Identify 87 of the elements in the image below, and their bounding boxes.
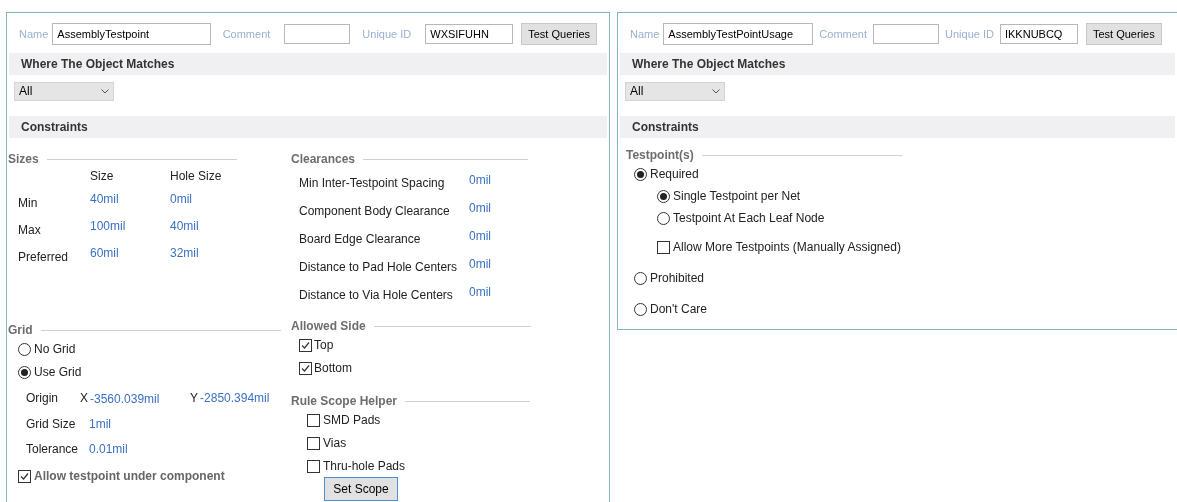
radio-button[interactable] <box>634 272 647 285</box>
clearance-value[interactable]: 0mil <box>469 229 529 247</box>
clearance-value[interactable]: 0mil <box>469 257 529 275</box>
chevron-down-icon <box>712 89 720 94</box>
clearance-label: Distance to Via Hole Centers <box>299 288 454 303</box>
test-queries-button[interactable]: Test Queries <box>1085 23 1162 45</box>
comment-field[interactable] <box>873 24 940 44</box>
section-title: Where The Object Matches <box>632 56 786 72</box>
column-header: Hole Size <box>170 169 223 184</box>
radio-label: No Grid <box>34 342 76 357</box>
row-label: Min <box>18 196 39 211</box>
hole-size-value[interactable]: 32mil <box>170 246 250 265</box>
radio-button[interactable] <box>657 190 670 203</box>
clearance-label: Min Inter-Testpoint Spacing <box>299 176 446 191</box>
checkbox[interactable] <box>657 241 670 254</box>
hole-size-value[interactable]: 40mil <box>170 219 250 238</box>
row-label: Preferred <box>18 250 70 265</box>
section-title: Where The Object Matches <box>21 56 175 72</box>
set-scope-button[interactable]: Set Scope <box>324 477 398 501</box>
checkbox-label: SMD Pads <box>323 413 381 428</box>
match-dropdown[interactable]: All <box>14 82 114 101</box>
radio-label: Single Testpoint per Net <box>673 189 801 204</box>
clearance-label: Component Body Clearance <box>299 204 451 219</box>
chevron-down-icon <box>101 89 109 94</box>
checkbox-label: Bottom <box>314 361 352 376</box>
group-title: Allowed Side <box>291 319 366 334</box>
group-title: Grid <box>8 323 33 338</box>
checkbox[interactable] <box>299 339 312 352</box>
grid-size-label: Grid Size <box>26 417 77 432</box>
unique-id-label: Unique ID <box>362 26 412 42</box>
test-queries-button[interactable]: Test Queries <box>521 23 597 45</box>
radio-label: Prohibited <box>650 271 705 286</box>
checkbox[interactable] <box>307 414 320 427</box>
match-dropdown[interactable]: All <box>625 82 725 101</box>
radio-button[interactable] <box>634 168 647 181</box>
radio-button[interactable] <box>634 303 647 316</box>
row-label: Max <box>18 223 42 238</box>
size-value[interactable]: 60mil <box>90 246 170 265</box>
group-title: Rule Scope Helper <box>291 394 398 409</box>
checkbox-label: Vias <box>323 436 347 451</box>
checkbox-label: Top <box>314 338 334 353</box>
comment-label: Comment <box>819 26 868 42</box>
origin-label: Origin <box>26 391 59 406</box>
radio-button[interactable] <box>657 212 670 225</box>
name-field[interactable]: AssemblyTestPointUsage <box>663 23 814 45</box>
unique-id-label: Unique ID <box>945 26 994 42</box>
unique-id-field[interactable]: WXSIFUHN <box>425 24 514 44</box>
checkbox-label: Allow testpoint under component <box>34 469 225 484</box>
radio-button[interactable] <box>18 343 31 356</box>
radio-button[interactable] <box>18 366 31 379</box>
size-value[interactable]: 40mil <box>90 192 170 211</box>
checkbox[interactable] <box>307 460 320 473</box>
clearance-value[interactable]: 0mil <box>469 285 529 303</box>
checkbox-label: Allow More Testpoints (Manually Assigned) <box>673 240 901 255</box>
clearance-label: Board Edge Clearance <box>299 232 422 247</box>
y-label: Y <box>190 391 199 406</box>
name-field[interactable]: AssemblyTestpoint <box>52 23 211 45</box>
name-label: Name <box>19 26 49 42</box>
clearance-label: Distance to Pad Hole Centers <box>299 260 459 275</box>
clearance-value[interactable]: 0mil <box>469 173 529 191</box>
radio-label: Use Grid <box>34 365 82 380</box>
tolerance-value[interactable]: 0.01mil <box>89 442 128 457</box>
group-title: Testpoint(s) <box>626 148 694 163</box>
column-header: Size <box>90 169 115 184</box>
group-title: Clearances <box>291 152 356 167</box>
checkbox[interactable] <box>307 437 320 450</box>
comment-label: Comment <box>222 26 271 42</box>
radio-label: Required <box>650 167 699 182</box>
checkbox[interactable] <box>299 362 312 375</box>
x-label: X <box>80 391 88 406</box>
section-title: Constraints <box>21 119 88 135</box>
unique-id-field[interactable]: IKKNUBCQ <box>999 24 1078 44</box>
origin-y-value[interactable]: -2850.394mil <box>200 391 270 406</box>
hole-size-value[interactable]: 0mil <box>170 192 250 211</box>
size-value[interactable]: 100mil <box>90 219 170 238</box>
origin-x-value[interactable]: -3560.039mil <box>90 392 160 406</box>
name-label: Name <box>630 26 660 42</box>
tolerance-label: Tolerance <box>26 442 80 457</box>
checkbox-label: Thru-hole Pads <box>323 459 406 474</box>
grid-size-value[interactable]: 1mil <box>89 417 111 432</box>
group-title: Sizes <box>8 152 39 167</box>
radio-label: Testpoint At Each Leaf Node <box>673 211 825 226</box>
clearance-value[interactable]: 0mil <box>469 201 529 219</box>
section-title: Constraints <box>632 119 699 135</box>
radio-label: Don't Care <box>650 302 707 317</box>
checkbox[interactable] <box>18 470 31 483</box>
comment-field[interactable] <box>284 24 351 44</box>
